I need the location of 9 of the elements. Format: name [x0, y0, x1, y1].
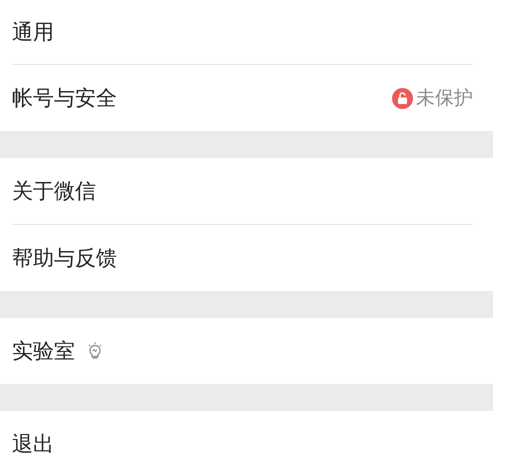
status-text: 未保护 [416, 86, 473, 110]
row-label: 退出 [12, 431, 54, 457]
row-label: 关于微信 [12, 178, 96, 204]
row-label: 帐号与安全 [12, 85, 117, 111]
row-label: 通用 [12, 19, 54, 45]
row-label: 实验室 [12, 338, 75, 364]
lightbulb-icon [87, 342, 103, 360]
row-label: 帮助与反馈 [12, 245, 117, 271]
unlocked-padlock-icon [392, 88, 413, 108]
